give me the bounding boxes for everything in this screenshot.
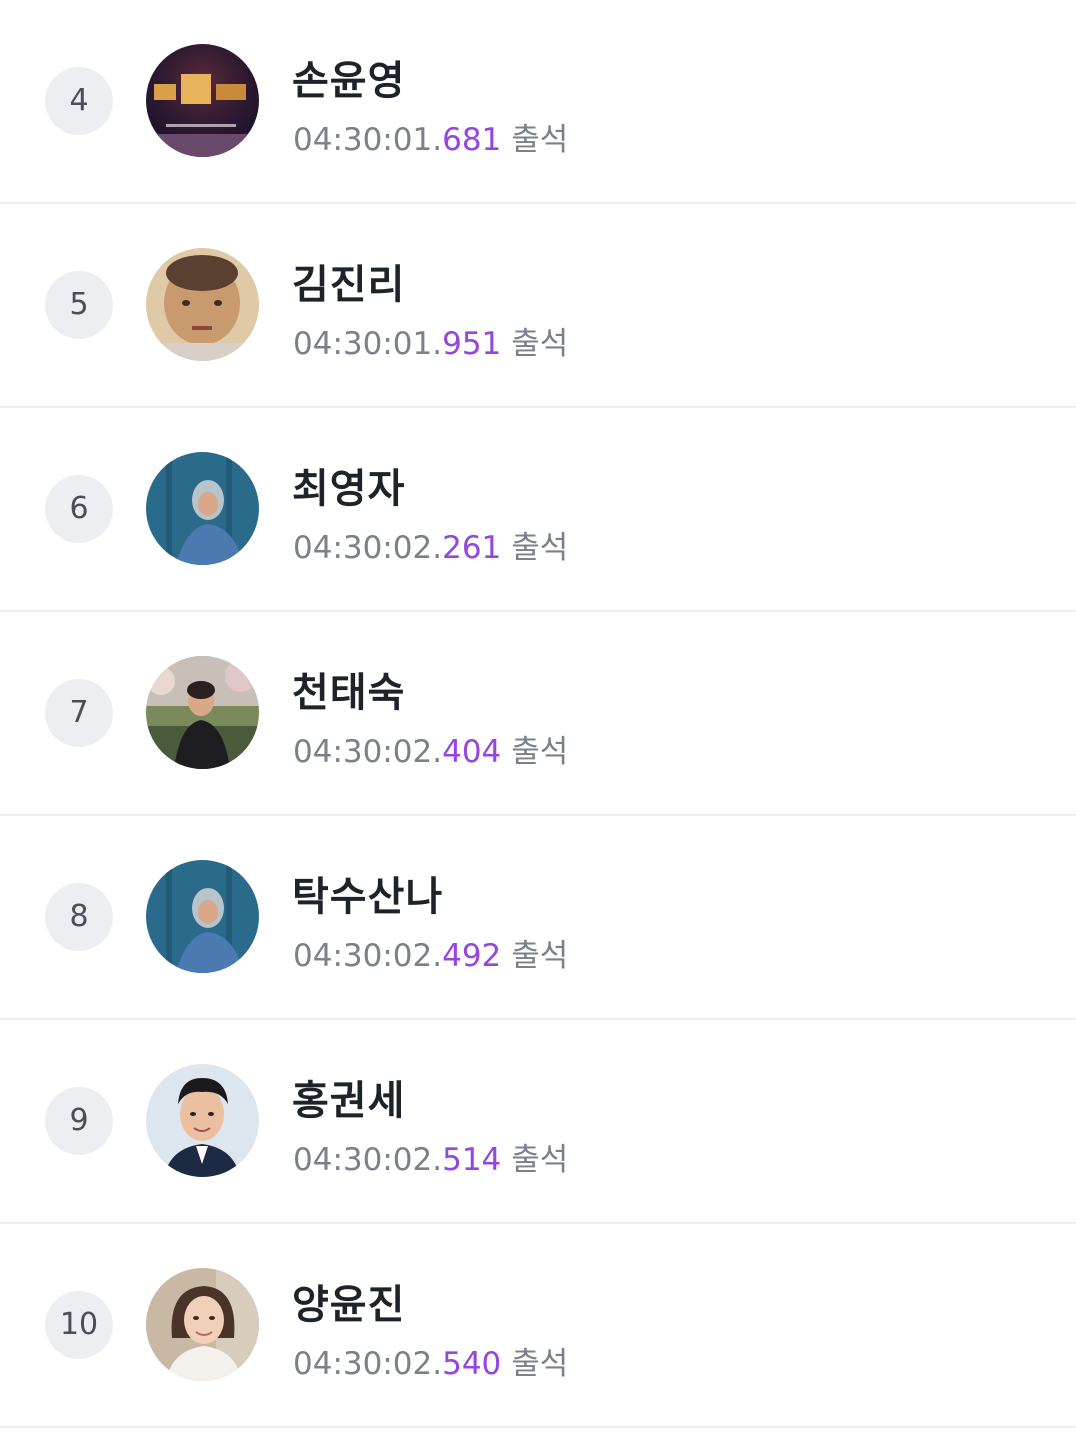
time-ms: 540 [442, 1346, 502, 1382]
time-ms: 261 [442, 530, 502, 566]
member-name: 손윤영 [292, 58, 406, 104]
list-item[interactable]: 4 손윤영 04:30:01.681 출석 [0, 0, 1076, 204]
attendance-status: 출석 [511, 122, 569, 158]
time-main: 04:30:01. [293, 122, 443, 158]
list-item[interactable]: 9 홍권세 04:30:02.514 출석 [0, 1020, 1076, 1224]
man-suit-avatar-icon [146, 1064, 259, 1177]
time-main: 04:30:02. [293, 938, 443, 974]
attendance-time: 04:30:02.492 출석 [293, 930, 568, 975]
time-ms: 681 [442, 122, 502, 158]
rank-badge: 5 [45, 271, 113, 339]
rank-badge: 6 [45, 475, 113, 543]
attendance-time: 04:30:02.514 출석 [293, 1134, 568, 1179]
member-name: 홍권세 [292, 1078, 406, 1124]
attendance-time: 04:30:02.261 출석 [293, 522, 568, 567]
rank-badge: 10 [45, 1291, 113, 1359]
time-main: 04:30:02. [293, 1346, 443, 1382]
list-item[interactable]: 6 최영자 04:30:02.261 출석 [0, 408, 1076, 612]
attendance-time: 04:30:01.681 출석 [293, 114, 568, 159]
member-name: 천태숙 [292, 670, 406, 716]
rank-badge: 7 [45, 679, 113, 747]
attendance-time: 04:30:01.951 출석 [293, 318, 568, 363]
time-main: 04:30:02. [293, 530, 443, 566]
time-main: 04:30:02. [293, 1142, 443, 1178]
attendance-status: 출석 [511, 1142, 569, 1178]
member-name: 탁수산나 [292, 874, 444, 920]
attendance-status: 출석 [511, 734, 569, 770]
time-main: 04:30:02. [293, 734, 443, 770]
attendance-status: 출석 [511, 530, 569, 566]
child-photo-avatar-icon [146, 248, 259, 361]
time-ms: 951 [442, 326, 502, 362]
list-item[interactable]: 10 양윤진 04:30:02.540 출석 [0, 1224, 1076, 1428]
list-item[interactable]: 8 탁수산나 04:30:02.492 출석 [0, 816, 1076, 1020]
time-ms: 492 [442, 938, 502, 974]
member-name: 양윤진 [292, 1282, 406, 1328]
rank-badge: 8 [45, 883, 113, 951]
hooded-person-avatar-icon [146, 860, 259, 973]
hooded-person-avatar-icon [146, 452, 259, 565]
rank-badge: 9 [45, 1087, 113, 1155]
member-name: 김진리 [292, 262, 406, 308]
time-ms: 404 [442, 734, 502, 770]
attendance-status: 출석 [511, 938, 569, 974]
list-item[interactable]: 7 천태숙 04:30:02.404 출석 [0, 612, 1076, 816]
time-main: 04:30:01. [293, 326, 443, 362]
attendance-ranking-list: 4 손윤영 04:30:01.681 출석 5 김진리 04:30:01.951… [0, 0, 1076, 1434]
rank-badge: 4 [45, 67, 113, 135]
attendance-status: 출석 [511, 1346, 569, 1382]
time-ms: 514 [442, 1142, 502, 1178]
person-outdoor-avatar-icon [146, 656, 259, 769]
attendance-time: 04:30:02.540 출석 [293, 1338, 568, 1383]
attendance-status: 출석 [511, 326, 569, 362]
list-item[interactable]: 5 김진리 04:30:01.951 출석 [0, 204, 1076, 408]
attendance-time: 04:30:02.404 출석 [293, 726, 568, 771]
member-name: 최영자 [292, 466, 406, 512]
book-cover-avatar-icon [146, 44, 259, 157]
woman-portrait-avatar-icon [146, 1268, 259, 1381]
